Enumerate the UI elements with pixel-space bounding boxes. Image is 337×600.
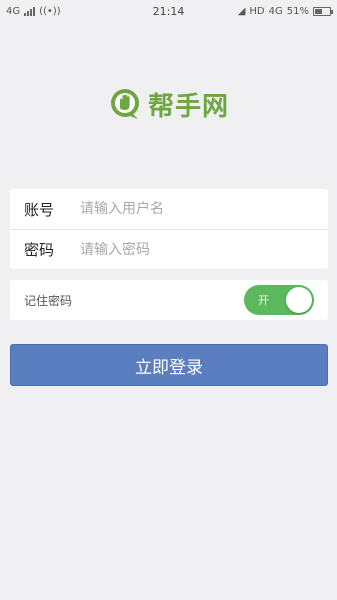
hd-label: HD	[249, 5, 265, 17]
username-input[interactable]	[80, 201, 328, 217]
battery-icon	[313, 6, 333, 16]
app-logo: 帮手网	[0, 84, 337, 124]
signal-icon	[24, 6, 36, 16]
password-row: 密码	[10, 229, 328, 269]
mute-icon: ◢	[237, 5, 246, 17]
remember-password-label: 记住密码	[24, 293, 73, 308]
login-button[interactable]: 立即登录	[10, 344, 328, 386]
network-type-right: 4G	[268, 5, 283, 17]
hand-chat-icon	[110, 89, 139, 119]
logo-text: 帮手网	[147, 91, 229, 122]
username-row: 账号	[10, 189, 328, 229]
network-type-left: 4G	[6, 5, 21, 17]
remember-password-row: 记住密码 开	[10, 280, 328, 320]
login-form: 账号 密码	[10, 189, 328, 269]
status-bar: 4G ((•)) 21:14 ◢ HD 4G 51%	[0, 0, 337, 22]
password-input[interactable]	[80, 241, 328, 258]
battery-percent: 51%	[286, 5, 309, 17]
password-label: 密码	[24, 241, 55, 259]
wifi-hotspot-icon: ((•))	[39, 5, 61, 17]
username-label: 账号	[24, 200, 55, 219]
remember-password-toggle[interactable]: 开	[244, 285, 314, 315]
toggle-knob	[286, 287, 312, 313]
toggle-on-label: 开	[258, 294, 269, 307]
